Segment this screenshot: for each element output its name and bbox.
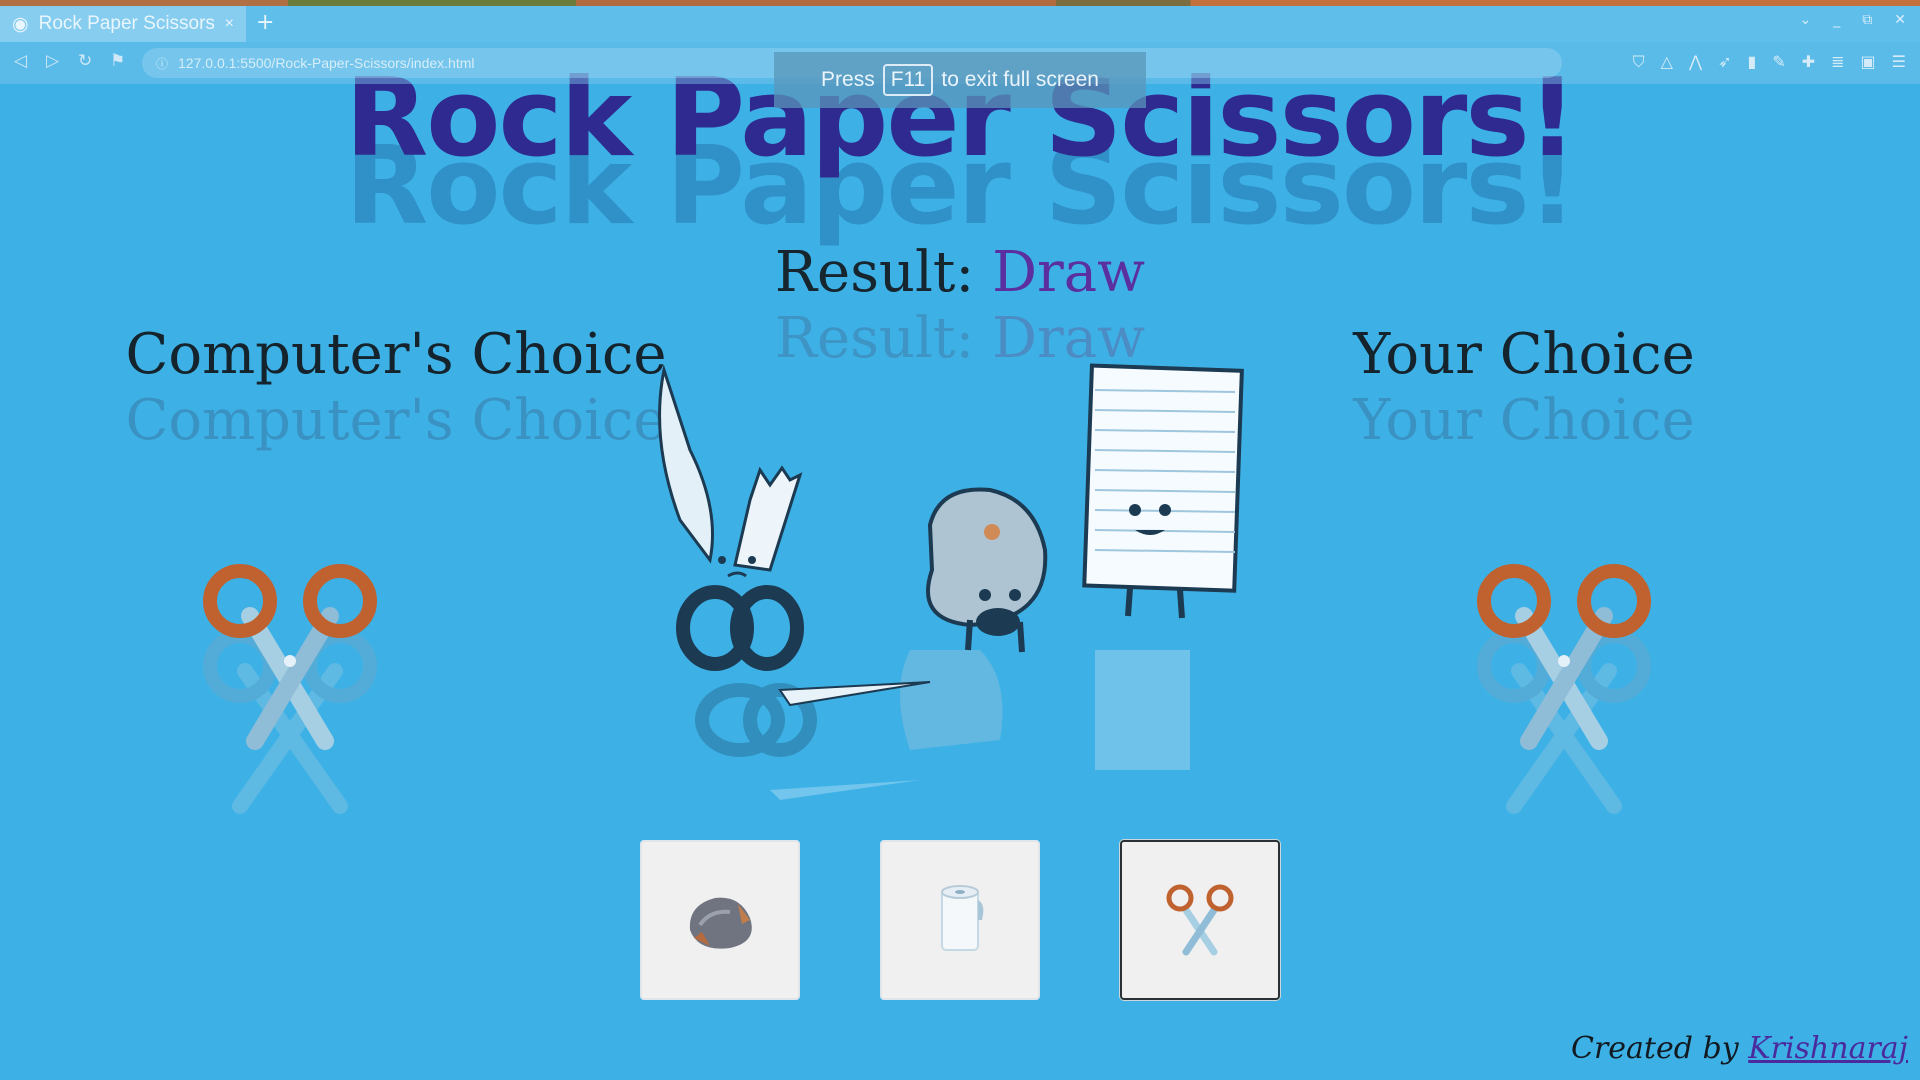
tab-title: Rock Paper Scissors [38,13,215,34]
bookmark-icon[interactable]: ⚑ [110,51,125,71]
new-tab-button[interactable]: + [256,10,274,35]
rewards-icon[interactable]: △ [1661,52,1673,72]
sidebar-icon[interactable]: ▮ [1748,52,1757,72]
window-controls: ⌄ _ ⧉ ✕ [1800,12,1906,28]
extension-toolbar: ⛉ △ ⋀ ➶ ▮ ✎ ✚ ≣ ▣ ☰ [1633,52,1906,72]
rock-icon [689,897,752,949]
minimize-icon[interactable]: _ [1833,12,1840,28]
puzzle-icon[interactable]: ✚ [1802,52,1815,72]
forward-icon[interactable]: ▷ [46,51,59,71]
paper-button[interactable] [880,840,1040,1000]
credits-prefix: Created by [1571,1031,1739,1066]
menu-icon[interactable]: ☰ [1892,52,1906,72]
rocket-icon[interactable]: ➶ [1718,52,1731,72]
tab-favicon-icon: ◉ [12,13,29,35]
site-info-icon[interactable]: ⓘ [156,55,168,72]
scissors-icon [1166,884,1234,956]
fullscreen-notice: Press F11 to exit full screen [774,52,1146,108]
url-text: 127.0.0.1:5500/Rock-Paper-Scissors/index… [178,55,475,71]
your-choice-scissors-icon [1477,564,1651,814]
rock-button[interactable] [640,840,800,1000]
choice-buttons [640,840,1280,1002]
shield-icon[interactable]: ⛉ [1633,52,1645,72]
tab-close-icon[interactable]: × [225,15,234,33]
browser-tab[interactable]: ◉ Rock Paper Scissors × [0,6,246,42]
notice-text-after: to exit full screen [941,68,1099,91]
result-line: Result: Draw [0,240,1920,305]
draw-illustration [658,363,1244,800]
wallet-icon[interactable]: ⋀ [1689,52,1702,72]
extension-icon[interactable]: ✎ [1772,52,1785,72]
paper-icon [941,885,984,951]
author-link[interactable]: Krishnaraj [1748,1031,1908,1066]
computer-choice-heading: Computer's Choice [125,322,667,387]
back-icon[interactable]: ◁ [14,51,27,71]
tab-bar: ◉ Rock Paper Scissors × + ⌄ _ ⧉ ✕ [0,6,1920,42]
result-value: Draw [992,240,1146,305]
notice-key: F11 [882,64,934,96]
your-choice-heading-reflection: Your Choice [1353,388,1695,453]
wallet-box-icon[interactable]: ▣ [1861,52,1876,72]
restore-icon[interactable]: ⧉ [1862,12,1872,28]
your-choice-heading: Your Choice [1353,322,1695,387]
tab-list-icon[interactable]: ⌄ [1800,12,1812,28]
close-window-icon[interactable]: ✕ [1894,12,1906,28]
scissors-button[interactable] [1120,840,1280,1000]
credits-footer: Created by Krishnaraj [1571,1031,1908,1066]
computer-choice-scissors-icon [203,564,377,814]
computer-choice-heading-reflection: Computer's Choice [125,388,667,453]
result-label: Result: [774,240,975,305]
playlist-icon[interactable]: ≣ [1831,52,1844,72]
reload-icon[interactable]: ↻ [78,51,92,71]
notice-text-before: Press [821,68,875,91]
